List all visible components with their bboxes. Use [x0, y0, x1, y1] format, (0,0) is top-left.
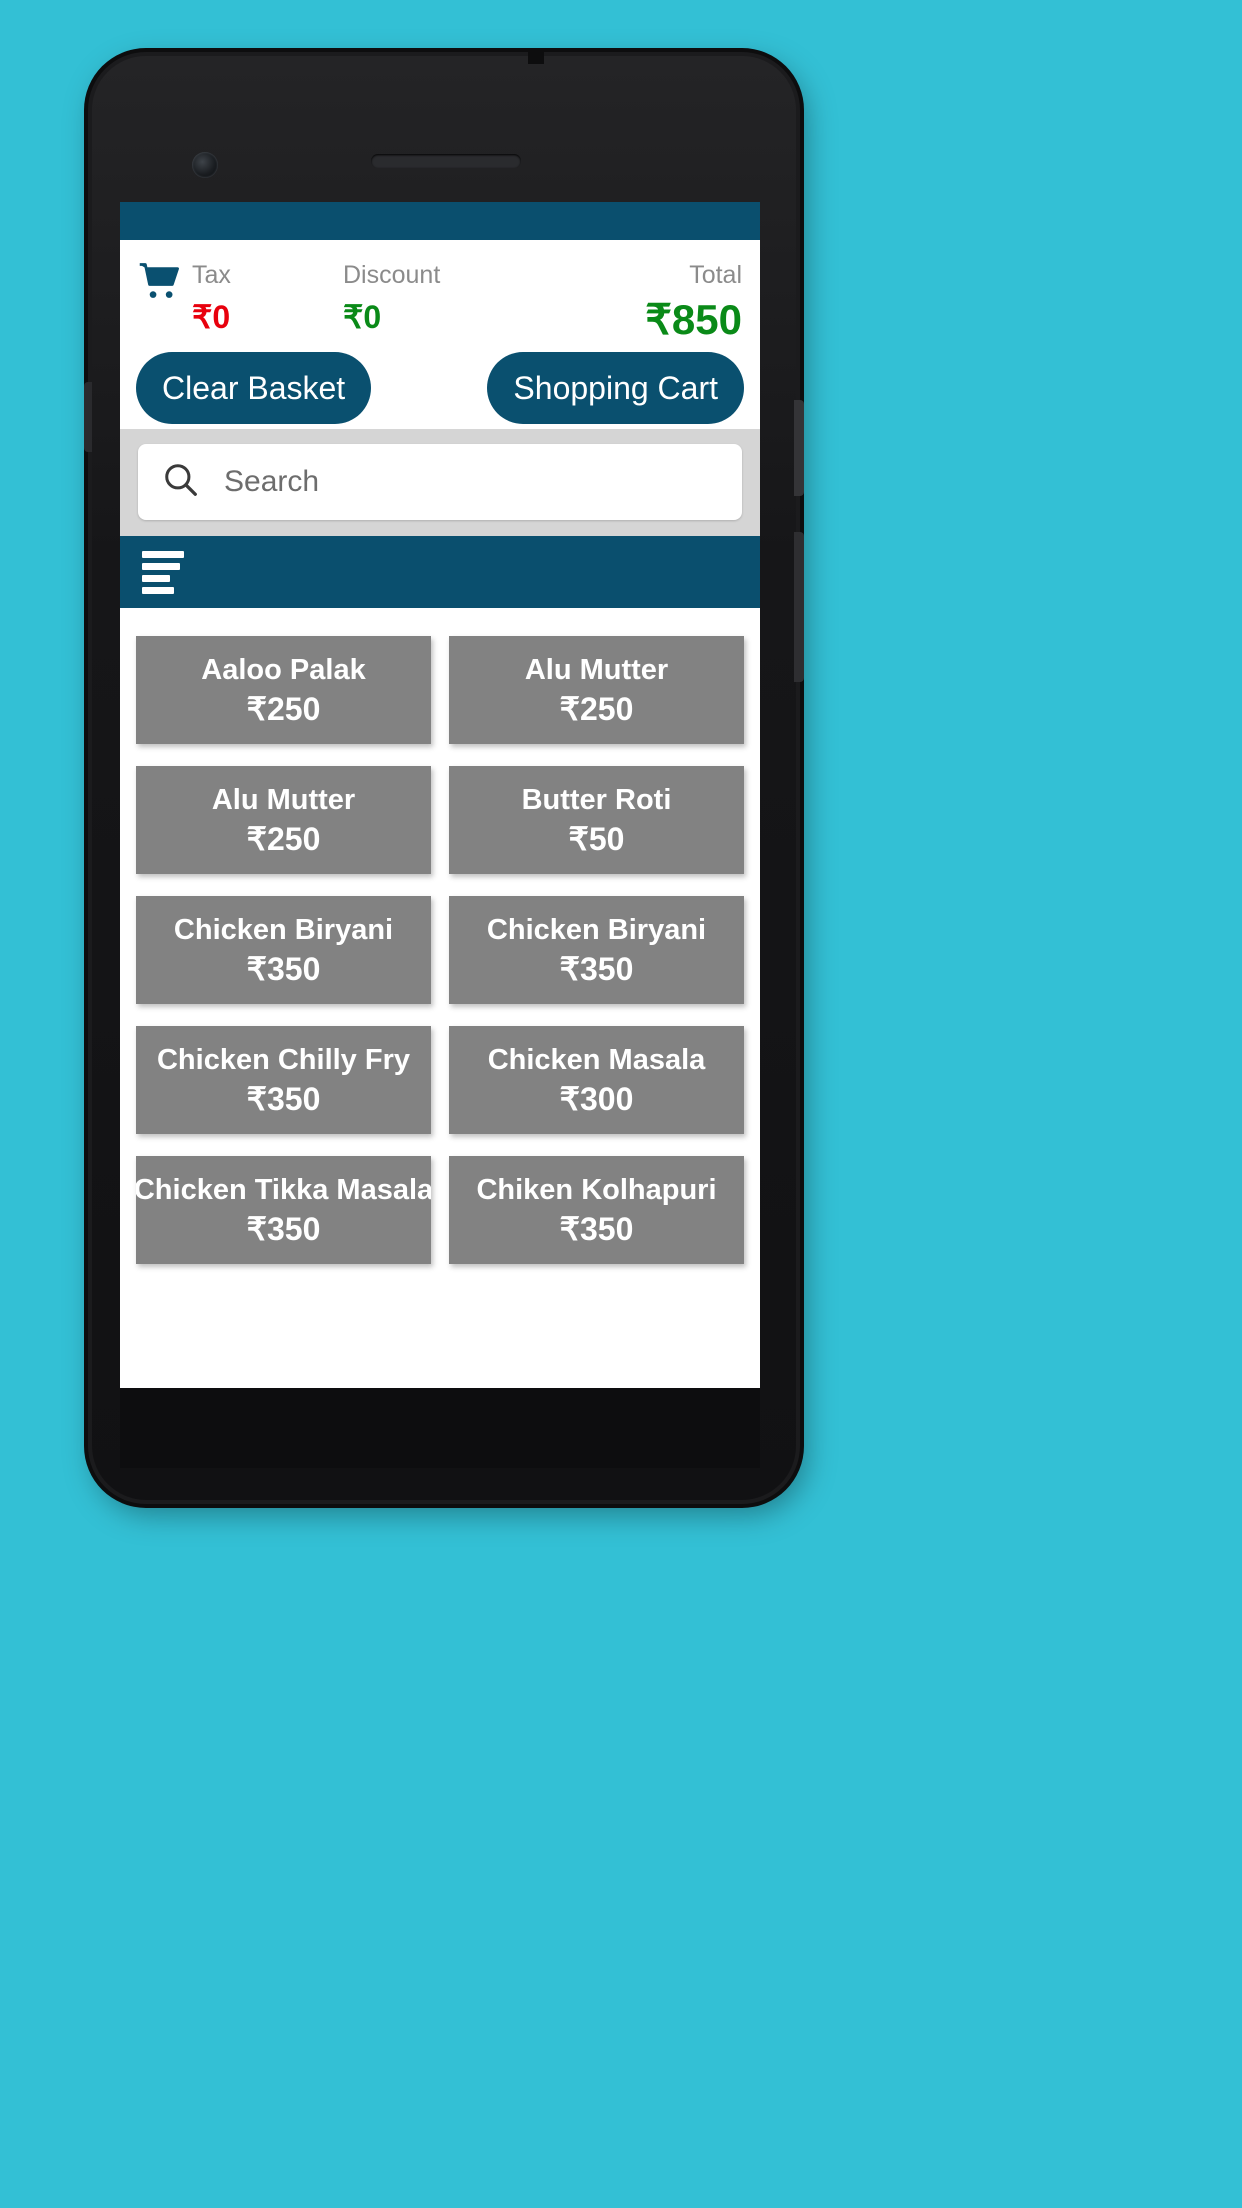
search-box[interactable]: [138, 444, 742, 520]
product-name: Chiken Kolhapuri: [476, 1174, 717, 1206]
clear-basket-button[interactable]: Clear Basket: [136, 352, 372, 424]
product-tile[interactable]: Chicken Tikka Masala ₹350: [136, 1156, 431, 1264]
action-button-row: Clear Basket Shopping Cart: [120, 346, 760, 424]
product-price: ₹350: [246, 1211, 321, 1247]
tax-label: Tax: [192, 261, 231, 289]
search-icon: [162, 461, 200, 504]
product-tile[interactable]: Alu Mutter ₹250: [136, 766, 431, 874]
product-name: Chicken Chilly Fry: [156, 1044, 410, 1076]
tax-cell: Tax ₹0: [138, 260, 343, 340]
total-value: ₹850: [645, 296, 742, 343]
product-tile[interactable]: Chicken Masala ₹300: [449, 1026, 744, 1134]
total-label: Total: [689, 261, 742, 289]
product-tile[interactable]: Chicken Biryani ₹350: [449, 896, 744, 1004]
phone-screen: Tax ₹0 Discount ₹0 Total ₹850 Clear Bask…: [120, 202, 760, 1388]
shopping-cart-button[interactable]: Shopping Cart: [487, 352, 744, 424]
earpiece-speaker: [371, 154, 521, 168]
product-price: ₹350: [559, 1211, 634, 1247]
product-tile[interactable]: Alu Mutter ₹250: [449, 636, 744, 744]
product-price: ₹300: [559, 1081, 634, 1117]
product-tile[interactable]: Butter Roti ₹50: [449, 766, 744, 874]
product-price: ₹350: [246, 1081, 321, 1117]
product-name: Aaloo Palak: [201, 654, 366, 686]
product-name: Chicken Masala: [487, 1044, 706, 1076]
discount-value: ₹0: [343, 299, 382, 335]
product-price: ₹350: [246, 951, 321, 987]
app-bar: [120, 202, 760, 240]
shopping-cart-icon: [138, 262, 180, 302]
product-price: ₹250: [559, 691, 634, 727]
product-name: Chicken Tikka Masala: [136, 1174, 431, 1206]
search-input[interactable]: [222, 464, 718, 500]
product-tile[interactable]: Chicken Chilly Fry ₹350: [136, 1026, 431, 1134]
product-price: ₹50: [568, 821, 625, 857]
product-tile[interactable]: Chicken Biryani ₹350: [136, 896, 431, 1004]
product-name: Chicken Biryani: [486, 914, 707, 946]
product-price: ₹350: [559, 951, 634, 987]
antenna-notch: [528, 52, 544, 64]
product-name: Chicken Biryani: [173, 914, 394, 946]
left-side-button[interactable]: [84, 382, 92, 452]
discount-label: Discount: [343, 261, 441, 289]
product-price: ₹250: [246, 691, 321, 727]
search-row: [120, 430, 760, 536]
hamburger-menu-icon[interactable]: [142, 550, 184, 594]
volume-button[interactable]: [794, 532, 804, 682]
order-summary-panel: Tax ₹0 Discount ₹0 Total ₹850 Clear Bask…: [120, 240, 760, 430]
product-grid-container[interactable]: Aaloo Palak ₹250 Alu Mutter ₹250 Alu Mutter ₹…: [120, 608, 760, 1348]
total-cell: Total ₹850: [543, 260, 742, 346]
power-button[interactable]: [794, 400, 804, 496]
tax-value: ₹0: [192, 299, 231, 335]
front-camera-icon: [192, 152, 218, 178]
totals-row: Tax ₹0 Discount ₹0 Total ₹850: [120, 240, 760, 346]
product-grid: Aaloo Palak ₹250 Alu Mutter ₹250 Alu Mutter ₹…: [136, 636, 744, 1264]
product-price: ₹250: [246, 821, 321, 857]
product-name: Alu Mutter: [524, 654, 669, 686]
phone-bottom-chin: [120, 1388, 760, 1468]
product-name: Alu Mutter: [211, 784, 356, 816]
product-tile[interactable]: Chiken Kolhapuri ₹350: [449, 1156, 744, 1264]
product-tile[interactable]: Aaloo Palak ₹250: [136, 636, 431, 744]
phone-device-frame: Tax ₹0 Discount ₹0 Total ₹850 Clear Bask…: [84, 52, 804, 1504]
category-menu-bar: [120, 536, 760, 608]
discount-cell: Discount ₹0: [343, 260, 543, 340]
product-name: Butter Roti: [521, 784, 672, 816]
